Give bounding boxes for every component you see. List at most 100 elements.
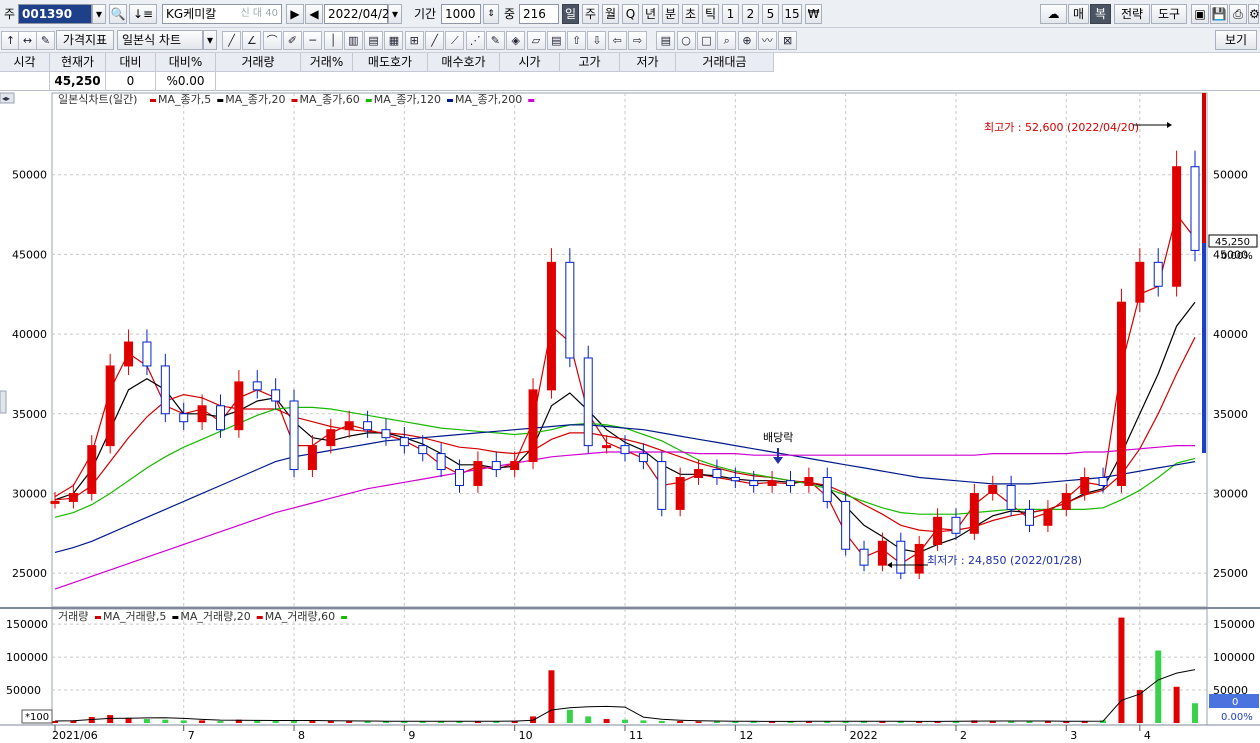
candle-body bbox=[877, 540, 887, 566]
drawing-tool-icon-13[interactable]: ✎ bbox=[485, 31, 505, 50]
date-input[interactable]: 2022/04/25 bbox=[324, 4, 397, 24]
indicator-button[interactable]: 가격지표 bbox=[56, 30, 114, 50]
drawing-tool-icon-19[interactable]: ⇦ bbox=[607, 31, 627, 50]
candle-body bbox=[1116, 301, 1126, 486]
legend-label: MA_종가,200 bbox=[455, 93, 522, 106]
price-scroll-down[interactable] bbox=[1202, 243, 1206, 453]
chart-type-select[interactable]: 일본식 차트 bbox=[117, 30, 203, 50]
drawing-tool-icon-16[interactable]: ▤ bbox=[546, 31, 566, 50]
drawing-tool-icon-24[interactable]: ⌕ bbox=[717, 31, 737, 50]
drawing-tool-icon-21[interactable]: ▤ bbox=[656, 31, 676, 50]
strategy-button[interactable]: 전략 bbox=[1114, 4, 1150, 24]
volume-bar bbox=[1155, 650, 1162, 723]
legend-swatch bbox=[447, 99, 454, 102]
volume-bar bbox=[695, 721, 702, 723]
range-input[interactable]: 1000 bbox=[441, 4, 481, 24]
period-button-12[interactable]: ₩ bbox=[805, 4, 822, 24]
drawing-tool-icon-6[interactable]: ▥ bbox=[343, 31, 363, 50]
drawing-tool-icon-2[interactable]: ⌒ bbox=[262, 31, 282, 50]
code-dropdown-icon[interactable]: ▾ bbox=[92, 4, 106, 24]
left-splitter-handle[interactable] bbox=[0, 390, 7, 414]
main-toolbar: 주 001390 ▾ 🔍 ↓≡ KG케미칼 신 대 40 ▶ ◀ 2022/04… bbox=[0, 0, 1260, 28]
drawing-tool-icon-10[interactable]: ╱ bbox=[425, 31, 444, 50]
tools-button[interactable]: 도구 bbox=[1151, 4, 1187, 24]
drawing-tool-icon-3[interactable]: ✐ bbox=[282, 31, 302, 50]
next-stock-button[interactable]: ▶ bbox=[286, 4, 304, 24]
legend-label: MA_종가,60 bbox=[300, 93, 360, 106]
drawing-tool-icon-27[interactable]: ⊠ bbox=[778, 31, 798, 50]
legend-swatch bbox=[528, 99, 535, 102]
quote-value-0 bbox=[0, 72, 50, 91]
chart-type-dropdown-icon[interactable]: ▾ bbox=[203, 30, 217, 50]
period-button-10[interactable]: 5 bbox=[762, 4, 779, 24]
candle-body bbox=[68, 492, 78, 502]
period-button-7[interactable]: 틱 bbox=[702, 4, 719, 24]
drawing-tool-icon-18[interactable]: ⇩ bbox=[587, 31, 607, 50]
edit-icon[interactable]: ✎ bbox=[36, 31, 55, 50]
date-dropdown-icon[interactable]: ▾ bbox=[388, 4, 402, 24]
toolbar-button-1[interactable]: 매 bbox=[1068, 4, 1089, 24]
folder-icon[interactable]: ▣ bbox=[1191, 4, 1209, 24]
period-button-6[interactable]: 초 bbox=[682, 4, 699, 24]
drawing-tool-icon-23[interactable]: □ bbox=[696, 31, 716, 50]
month-label: 10 bbox=[519, 729, 533, 742]
period-button-5[interactable]: 분 bbox=[662, 4, 679, 24]
drawing-tool-icon-20[interactable]: ⇨ bbox=[628, 31, 647, 50]
stock-code-input[interactable]: 001390 bbox=[18, 4, 92, 24]
volume-bar bbox=[1118, 617, 1125, 723]
period-button-8[interactable]: 1 bbox=[722, 4, 739, 24]
candle-body bbox=[1190, 166, 1200, 251]
drawing-tool-icon-17[interactable]: ⇧ bbox=[567, 31, 587, 50]
candle-body bbox=[289, 400, 299, 471]
period-button-0[interactable]: 일 bbox=[562, 4, 579, 24]
expand-icon[interactable]: ↔ bbox=[18, 31, 37, 50]
drawing-tool-icon-22[interactable]: ○ bbox=[676, 31, 696, 50]
view-button[interactable]: 보기 bbox=[1215, 30, 1257, 50]
range-spinner-icon[interactable]: ⇕ bbox=[483, 4, 499, 24]
toolbar-button-2[interactable]: 복 bbox=[1090, 4, 1111, 24]
period-button-9[interactable]: 2 bbox=[742, 4, 759, 24]
sort-icon[interactable]: ↓≡ bbox=[129, 4, 157, 24]
prev-stock-button[interactable]: ◀ bbox=[305, 4, 323, 24]
candle-body bbox=[583, 357, 593, 447]
volume-tick-right: 150000 bbox=[1213, 618, 1255, 631]
drawing-tool-icon-11[interactable]: ⟋ bbox=[445, 31, 465, 50]
drawing-tool-icon-0[interactable]: ╱ bbox=[222, 31, 241, 50]
candle-body bbox=[455, 469, 465, 486]
month-label: 3 bbox=[1070, 729, 1077, 742]
candle-body bbox=[969, 492, 979, 534]
candle-body bbox=[638, 453, 648, 463]
price-scroll-up[interactable] bbox=[1202, 93, 1206, 243]
chart-area[interactable]: ◂▸ 50000 5000045000 4500040000 4000035000 35… bbox=[0, 91, 1260, 743]
month-label: 4 bbox=[1144, 729, 1151, 742]
save-icon[interactable]: 💾 bbox=[1210, 4, 1228, 24]
period-button-1[interactable]: 주 bbox=[582, 4, 599, 24]
drawing-tool-icon-26[interactable]: 〰 bbox=[757, 31, 777, 50]
drawing-tool-icon-8[interactable]: ▦ bbox=[384, 31, 404, 50]
print-icon[interactable]: ⎙ bbox=[1229, 4, 1247, 24]
settings-icon[interactable]: ⚙ bbox=[1248, 4, 1260, 24]
drawing-tool-icon-25[interactable]: ⊕ bbox=[737, 31, 757, 50]
drawing-tool-icon-1[interactable]: ∠ bbox=[242, 31, 262, 50]
drawing-tool-icon-7[interactable]: ▤ bbox=[364, 31, 384, 50]
drawing-tool-icon-4[interactable]: ─ bbox=[303, 31, 323, 50]
cloud-icon[interactable]: ☁ bbox=[1040, 4, 1067, 24]
search-icon[interactable]: 🔍 bbox=[109, 4, 127, 24]
drawing-tool-icon-14[interactable]: ◈ bbox=[506, 31, 526, 50]
overlap-input[interactable]: 216 bbox=[519, 4, 559, 24]
quote-value-2: 0 bbox=[106, 72, 156, 91]
period-button-3[interactable]: Q bbox=[622, 4, 639, 24]
period-button-2[interactable]: 월 bbox=[602, 4, 619, 24]
legend-label: MA_거래량,5 bbox=[103, 610, 166, 623]
volume-bar bbox=[217, 721, 224, 723]
quote-header-3: 대비% bbox=[156, 53, 216, 72]
volume-bar bbox=[107, 715, 114, 723]
volume-tick-left: 100000 bbox=[6, 651, 48, 664]
drawing-tool-icon-15[interactable]: ▱ bbox=[526, 31, 546, 50]
period-button-11[interactable]: 15 bbox=[782, 4, 802, 24]
period-button-4[interactable]: 년 bbox=[642, 4, 659, 24]
drawing-tool-icon-12[interactable]: ⋰ bbox=[465, 31, 485, 50]
candle-body bbox=[87, 445, 97, 494]
drawing-tool-icon-9[interactable]: ⊞ bbox=[404, 31, 424, 50]
drawing-tool-icon-5[interactable]: │ bbox=[323, 31, 343, 50]
